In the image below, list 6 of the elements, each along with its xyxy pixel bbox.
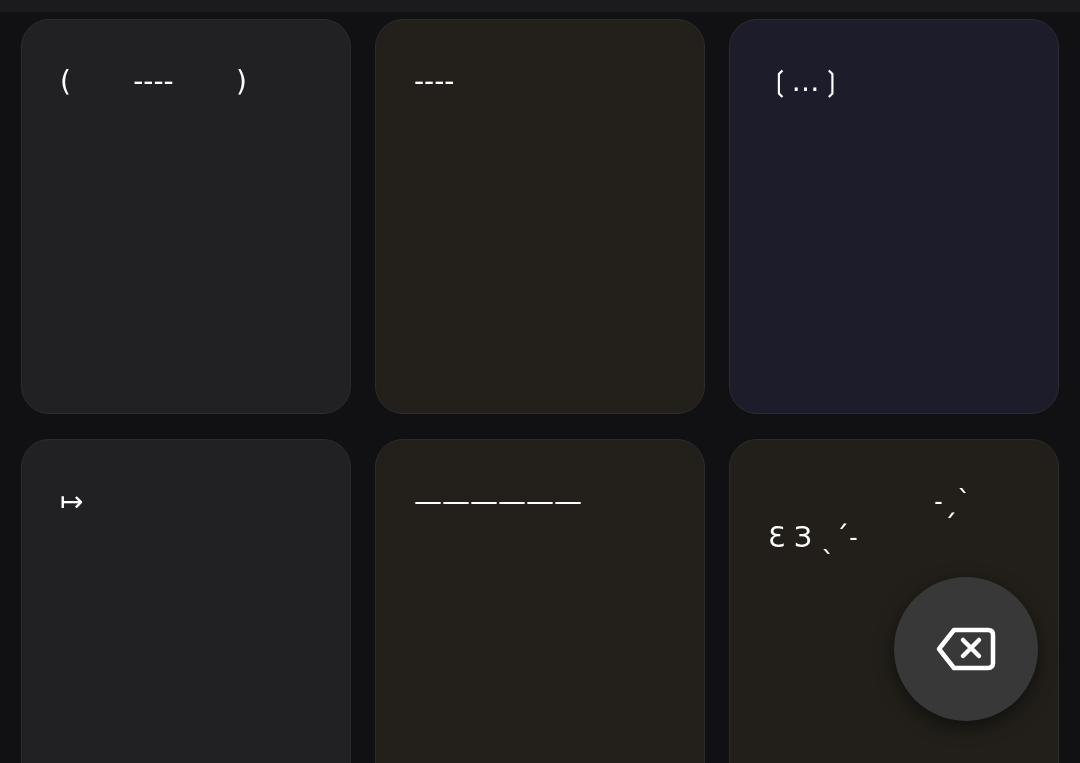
kaomoji-card[interactable]: —————— xyxy=(375,439,705,763)
kaomoji-card[interactable]: ↦ xyxy=(21,439,351,763)
kaomoji-card[interactable]: ❲…❳ xyxy=(729,19,1059,414)
kaomoji-card[interactable]: ---- xyxy=(375,19,705,414)
backspace-icon xyxy=(936,627,996,671)
kaomoji-card[interactable]: ( ---- ) xyxy=(21,19,351,414)
